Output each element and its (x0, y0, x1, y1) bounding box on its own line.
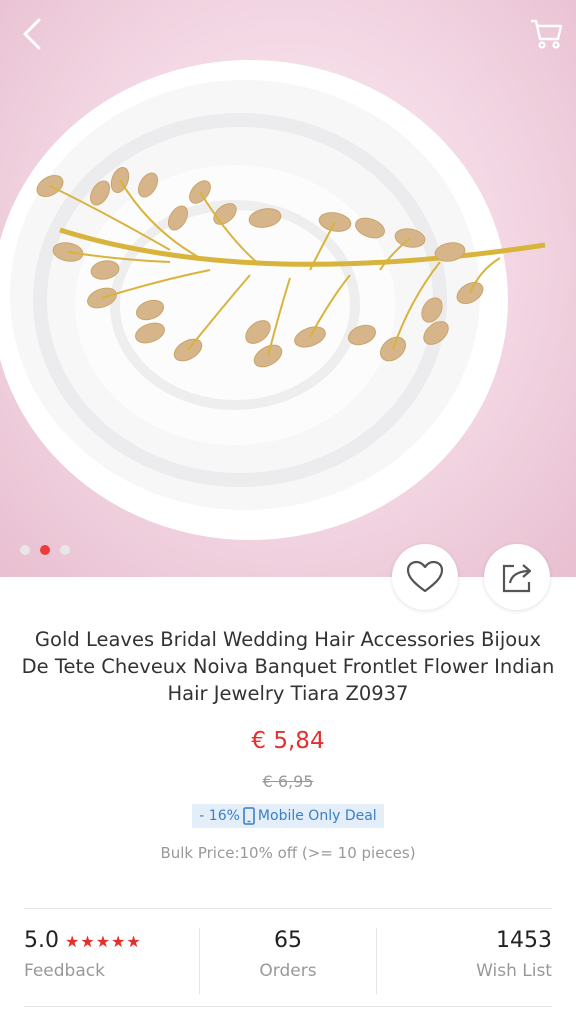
back-button[interactable] (12, 14, 52, 54)
wishlist-stat[interactable]: 1453 Wish List (377, 928, 552, 994)
pagination-dot-active[interactable] (40, 545, 50, 555)
add-to-wishlist-button[interactable] (392, 544, 458, 610)
pagination-dot[interactable] (20, 545, 30, 555)
product-photo (0, 60, 546, 540)
product-title: Gold Leaves Bridal Wedding Hair Accessor… (21, 628, 555, 705)
product-stats: 5.0 ★★★★★ Feedback 65 Orders 1453 Wish Li… (24, 928, 552, 994)
orders-stat[interactable]: 65 Orders (199, 928, 377, 994)
rating-value: 5.0 (24, 928, 59, 953)
pagination-dot[interactable] (60, 545, 70, 555)
wishlist-label: Wish List (476, 961, 552, 981)
feedback-label: Feedback (24, 961, 105, 981)
share-icon (502, 564, 532, 593)
current-price: € 5,84 (251, 728, 325, 754)
bulk-price-info: Bulk Price:10% off (>= 10 pieces) (160, 844, 416, 862)
orders-count: 65 (273, 928, 302, 953)
mobile-deal-badge: - 16% Mobile Only Deal (192, 804, 384, 828)
cart-icon (531, 19, 563, 49)
feedback-stat[interactable]: 5.0 ★★★★★ Feedback (24, 928, 199, 994)
rating-stars: ★★★★★ (65, 932, 142, 951)
product-image-gallery[interactable] (0, 0, 576, 577)
orders-label: Orders (259, 961, 317, 981)
chevron-left-icon (23, 18, 41, 50)
divider (24, 1006, 552, 1007)
discount-percent: - 16% (199, 808, 240, 824)
divider (24, 908, 552, 909)
wishlist-count: 1453 (495, 928, 552, 953)
cart-button[interactable] (526, 14, 566, 54)
gallery-pagination (20, 545, 70, 555)
share-button[interactable] (484, 544, 550, 610)
original-price: € 6,95 (262, 772, 314, 791)
phone-icon (243, 807, 255, 825)
heart-icon (406, 560, 444, 593)
deal-label: Mobile Only Deal (257, 808, 377, 824)
